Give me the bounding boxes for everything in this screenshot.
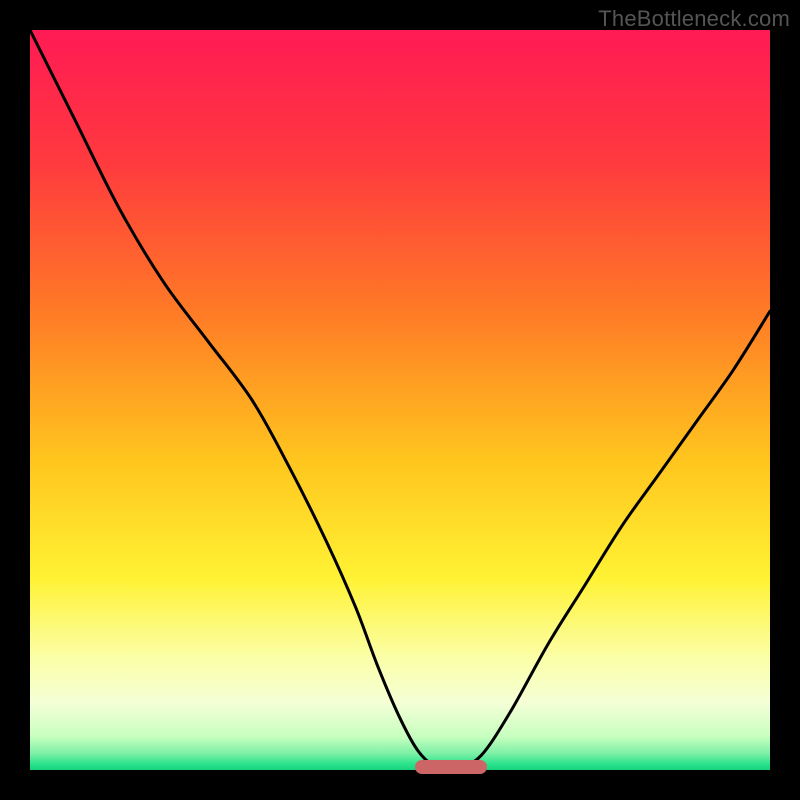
chart-container: TheBottleneck.com	[0, 0, 800, 800]
watermark-label: TheBottleneck.com	[598, 6, 790, 32]
optimal-range-marker	[415, 760, 487, 774]
plot-area	[30, 30, 770, 770]
bottleneck-curve	[30, 30, 770, 770]
